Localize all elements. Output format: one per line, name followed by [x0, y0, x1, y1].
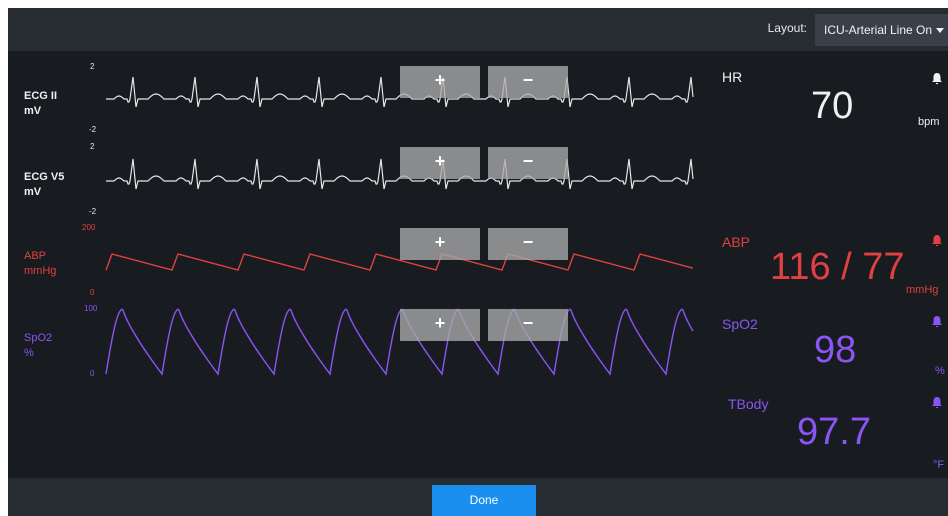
ecg-ii-label: ECG II mV — [24, 89, 57, 119]
ecg-v5-scale-min: -2 — [89, 207, 97, 216]
chevron-down-icon — [936, 28, 944, 33]
spo2-minus-button[interactable]: − — [488, 309, 568, 341]
ecg-v5-minus-button[interactable]: − — [488, 147, 568, 179]
monitor-window: Layout: ICU-Arterial Line On ECG II mV 2… — [8, 8, 948, 516]
footer-bar: Done — [8, 478, 948, 516]
abp-scale-min: 0 — [90, 288, 95, 297]
ecg-v5-label: ECG V5 mV — [24, 170, 64, 200]
spo2-wave-unit: % — [24, 347, 34, 359]
monitor-panel: ECG II mV 2 -2 + − ECG V5 mV 2 -2 + − AB… — [8, 51, 948, 478]
ecg-v5-plus-button[interactable]: + — [400, 147, 480, 179]
abp-unit: mmHg — [906, 284, 939, 296]
hr-label: HR — [722, 69, 743, 85]
spo2-unit: % — [935, 365, 945, 377]
abp-wave-unit: mmHg — [24, 265, 57, 277]
layout-label: Layout: — [767, 21, 807, 35]
ecg-ii-plus-button[interactable]: + — [400, 66, 480, 98]
abp-minus-button[interactable]: − — [488, 228, 568, 260]
abp-plus-button[interactable]: + — [400, 228, 480, 260]
ecg-ii-unit: mV — [24, 105, 42, 117]
spo2-wave-name: SpO2 — [24, 332, 53, 344]
tbody-value: 97.7 — [797, 411, 871, 453]
done-button[interactable]: Done — [432, 485, 536, 516]
tbody-unit: °F — [933, 459, 945, 471]
spo2-plus-button[interactable]: + — [400, 309, 480, 341]
ecg-v5-unit: mV — [24, 186, 42, 198]
waveform-area — [105, 76, 694, 376]
layout-dropdown[interactable]: ICU-Arterial Line On — [815, 14, 948, 46]
bell-icon[interactable] — [931, 234, 943, 247]
abp-label: ABP — [722, 234, 751, 250]
abp-value: 116 / 77 — [770, 246, 905, 288]
layout-dropdown-value: ICU-Arterial Line On — [824, 23, 933, 37]
bell-icon[interactable] — [931, 72, 943, 85]
ecg-v5-name: ECG V5 — [24, 171, 65, 183]
top-bar: Layout: ICU-Arterial Line On — [8, 8, 948, 51]
hr-value: 70 — [811, 85, 854, 127]
abp-wave-name: ABP — [24, 250, 47, 262]
tbody-label: TBody — [728, 396, 769, 412]
spo2-label: SpO2 — [722, 316, 758, 332]
bell-icon[interactable] — [931, 315, 943, 328]
hr-unit: bpm — [918, 116, 940, 128]
ecg-ii-minus-button[interactable]: − — [488, 66, 568, 98]
spo2-wave-label: SpO2 % — [24, 331, 52, 361]
ecg-v5-scale-max: 2 — [90, 142, 95, 151]
spo2-scale-min: 0 — [90, 369, 95, 378]
ecg-ii-name: ECG II — [24, 90, 58, 102]
spo2-value: 98 — [814, 329, 857, 371]
bell-icon[interactable] — [931, 396, 943, 409]
abp-wave-label: ABP mmHg — [24, 249, 56, 279]
spo2-scale-max: 100 — [84, 304, 98, 313]
ecg-ii-scale-max: 2 — [90, 62, 95, 71]
ecg-ii-scale-min: -2 — [89, 125, 97, 134]
abp-scale-max: 200 — [82, 223, 96, 232]
